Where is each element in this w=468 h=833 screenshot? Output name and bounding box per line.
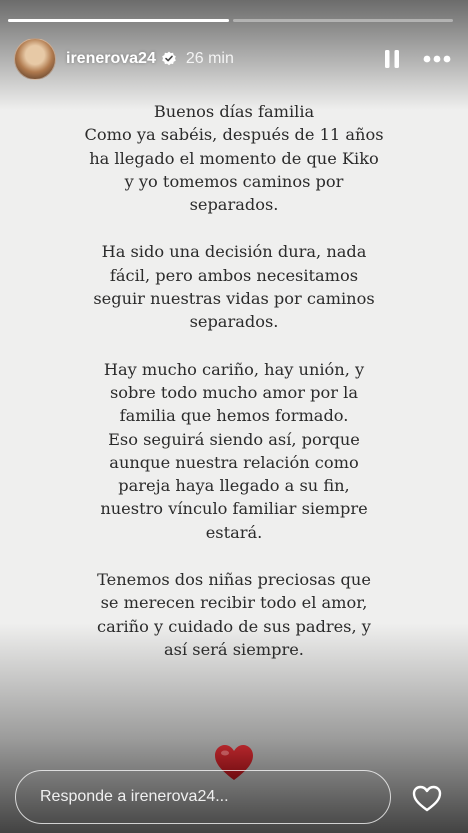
heart-outline-icon[interactable] bbox=[409, 782, 445, 814]
post-time: 26 min bbox=[185, 50, 234, 67]
progress-segment-1 bbox=[8, 19, 229, 22]
paragraph-3: Hay mucho cariño, hay unión, y sobre tod… bbox=[100, 359, 368, 542]
story-progress bbox=[8, 19, 453, 22]
avatar[interactable] bbox=[14, 38, 56, 80]
story-text: Buenos días familia Como ya sabéis, desp… bbox=[40, 100, 428, 685]
more-options-icon[interactable] bbox=[420, 45, 454, 73]
progress-fill-1 bbox=[8, 19, 229, 22]
reply-input[interactable]: Responde a irenerova24... bbox=[15, 770, 391, 824]
username[interactable]: irenerova24 bbox=[66, 50, 156, 68]
progress-segment-2 bbox=[232, 19, 453, 22]
paragraph-2: Ha sido una decisión dura, nada fácil, p… bbox=[93, 242, 375, 332]
story-header: irenerova24 26 min bbox=[14, 38, 454, 80]
pause-icon[interactable] bbox=[378, 45, 406, 73]
paragraph-4: Tenemos dos niñas preciosas que se merec… bbox=[97, 570, 371, 659]
paragraph-1: Buenos días familia Como ya sabéis, desp… bbox=[84, 102, 384, 215]
story-viewer[interactable]: irenerova24 26 min Buenos días familia C… bbox=[0, 0, 468, 833]
reply-placeholder: Responde a irenerova24... bbox=[40, 788, 229, 805]
verified-badge-icon bbox=[162, 51, 176, 66]
